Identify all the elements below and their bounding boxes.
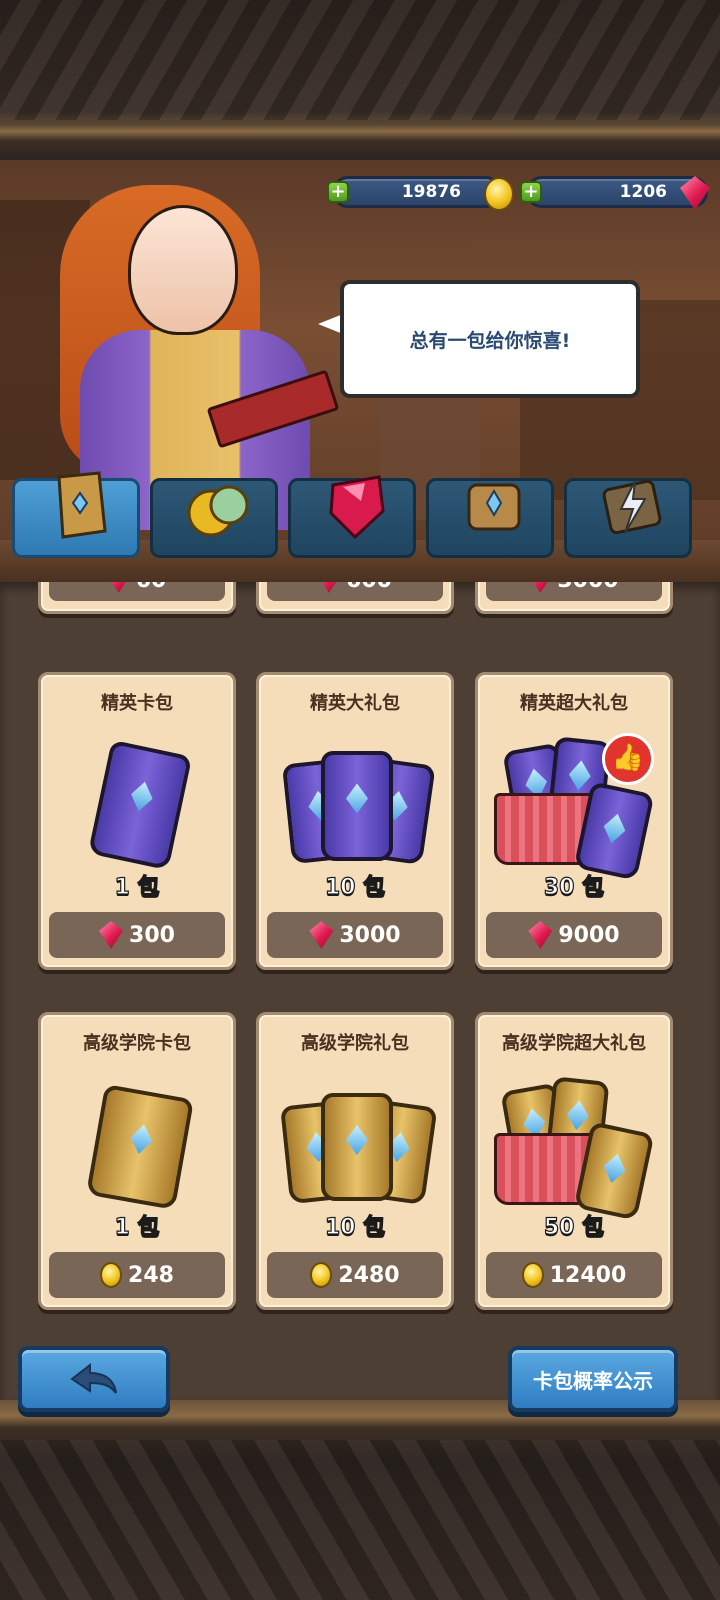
gold-card-pack-icon xyxy=(321,1093,393,1201)
price-value: 300 xyxy=(129,922,175,948)
coin-icon xyxy=(100,1262,123,1288)
shop-card-partial-1[interactable]: 60 xyxy=(38,582,236,614)
gem-icon xyxy=(318,582,341,593)
pack-quantity: 1 包 xyxy=(114,1214,160,1240)
thumbs-up-icon: 👍 xyxy=(602,733,654,785)
pack-quantity: 30 包 xyxy=(543,874,605,900)
card-title: 精英超大礼包 xyxy=(520,693,628,714)
gold-coin-pouch-icon xyxy=(187,471,249,541)
shop-card-academy-bundle[interactable]: 高级学院礼包 10 包 2480 xyxy=(256,1012,454,1310)
gem-balance-value: 1206 xyxy=(619,182,667,202)
merchant-face xyxy=(128,205,238,335)
tab-gems[interactable] xyxy=(288,475,416,558)
card-title: 高级学院礼包 xyxy=(301,1033,409,1054)
card-title: 精英大礼包 xyxy=(310,693,400,714)
scroll-bundle-icon xyxy=(463,471,525,541)
pack-quantity: 50 包 xyxy=(543,1214,605,1240)
price-tag: 300 xyxy=(49,912,225,958)
price-value: 600 xyxy=(346,582,392,593)
card-title: 高级学院超大礼包 xyxy=(502,1033,646,1054)
shop-card-elite-bundle[interactable]: 精英大礼包 10 包 3000 xyxy=(256,672,454,970)
gem-icon xyxy=(99,921,124,949)
pack-quantity: 10 包 xyxy=(324,874,386,900)
card-pack-icon xyxy=(49,471,111,541)
price-value: 3000 xyxy=(557,582,618,593)
pack-odds-label: 卡包概率公示 xyxy=(533,1368,653,1393)
ruby-gem-icon xyxy=(325,471,387,541)
coin-icon xyxy=(310,1262,333,1288)
gem-icon xyxy=(309,921,334,949)
tab-card-packs[interactable] xyxy=(12,471,140,558)
tab-scrolls[interactable] xyxy=(426,478,554,558)
shop-card-elite-mega-bundle[interactable]: 精英超大礼包 👍 30 包 9000 xyxy=(475,672,673,970)
price-value: 2480 xyxy=(338,1262,400,1288)
price-tag: 60 xyxy=(49,582,225,601)
gem-icon xyxy=(529,582,552,593)
card-title: 高级学院卡包 xyxy=(83,1033,191,1054)
back-button[interactable] xyxy=(18,1346,170,1412)
gold-card-pack-icon xyxy=(85,1084,195,1210)
shop-card-partial-3[interactable]: 3000 xyxy=(475,582,673,614)
shop-card-partial-2[interactable]: 600 xyxy=(256,582,454,614)
price-value: 3000 xyxy=(339,922,401,948)
shop-panel: 60 600 3000 精英卡包 1 包 300 精英大礼包 10 包 3000 xyxy=(0,582,720,1400)
price-tag: 600 xyxy=(267,582,443,601)
shop-card-elite-pack[interactable]: 精英卡包 1 包 300 xyxy=(38,672,236,970)
shop-card-academy-pack[interactable]: 高级学院卡包 1 包 248 xyxy=(38,1012,236,1310)
purple-card-pack-icon xyxy=(87,739,193,871)
gold-balance-value: 19876 xyxy=(401,182,461,202)
purple-card-pack-icon xyxy=(321,751,393,861)
price-value: 12400 xyxy=(549,1262,627,1288)
pack-quantity: 1 包 xyxy=(114,874,160,900)
gem-balance-bar: 1206 xyxy=(526,176,708,208)
back-arrow-icon xyxy=(70,1362,117,1394)
price-tag: 12400 xyxy=(486,1252,662,1298)
lightning-rune-icon xyxy=(601,471,663,541)
card-title: 精英卡包 xyxy=(101,693,173,714)
price-tag: 3000 xyxy=(486,582,662,601)
price-tag: 3000 xyxy=(267,912,443,958)
gem-icon xyxy=(107,582,130,593)
shop-card-academy-mega-bundle[interactable]: 高级学院超大礼包 50 包 12400 xyxy=(475,1012,673,1310)
coin-icon xyxy=(484,177,514,211)
top-frame xyxy=(0,0,720,160)
price-value: 60 xyxy=(136,582,167,593)
price-tag: 2480 xyxy=(267,1252,443,1298)
gold-balance-bar: 19876 xyxy=(332,176,502,208)
gem-icon xyxy=(528,921,553,949)
pack-odds-button[interactable]: 卡包概率公示 xyxy=(508,1346,678,1412)
speech-text: 总有一包给你惊喜! xyxy=(409,329,571,352)
add-gold-button[interactable]: + xyxy=(327,181,349,203)
bottom-frame xyxy=(0,1400,720,1600)
speech-bubble: 总有一包给你惊喜! xyxy=(340,280,640,398)
price-tag: 9000 xyxy=(486,912,662,958)
coin-icon xyxy=(521,1262,544,1288)
price-tag: 248 xyxy=(49,1252,225,1298)
pack-quantity: 10 包 xyxy=(324,1214,386,1240)
tab-runes[interactable] xyxy=(564,478,692,558)
tab-gold[interactable] xyxy=(150,478,278,558)
price-value: 9000 xyxy=(558,922,620,948)
add-gem-button[interactable]: + xyxy=(520,181,542,203)
price-value: 248 xyxy=(128,1262,174,1288)
